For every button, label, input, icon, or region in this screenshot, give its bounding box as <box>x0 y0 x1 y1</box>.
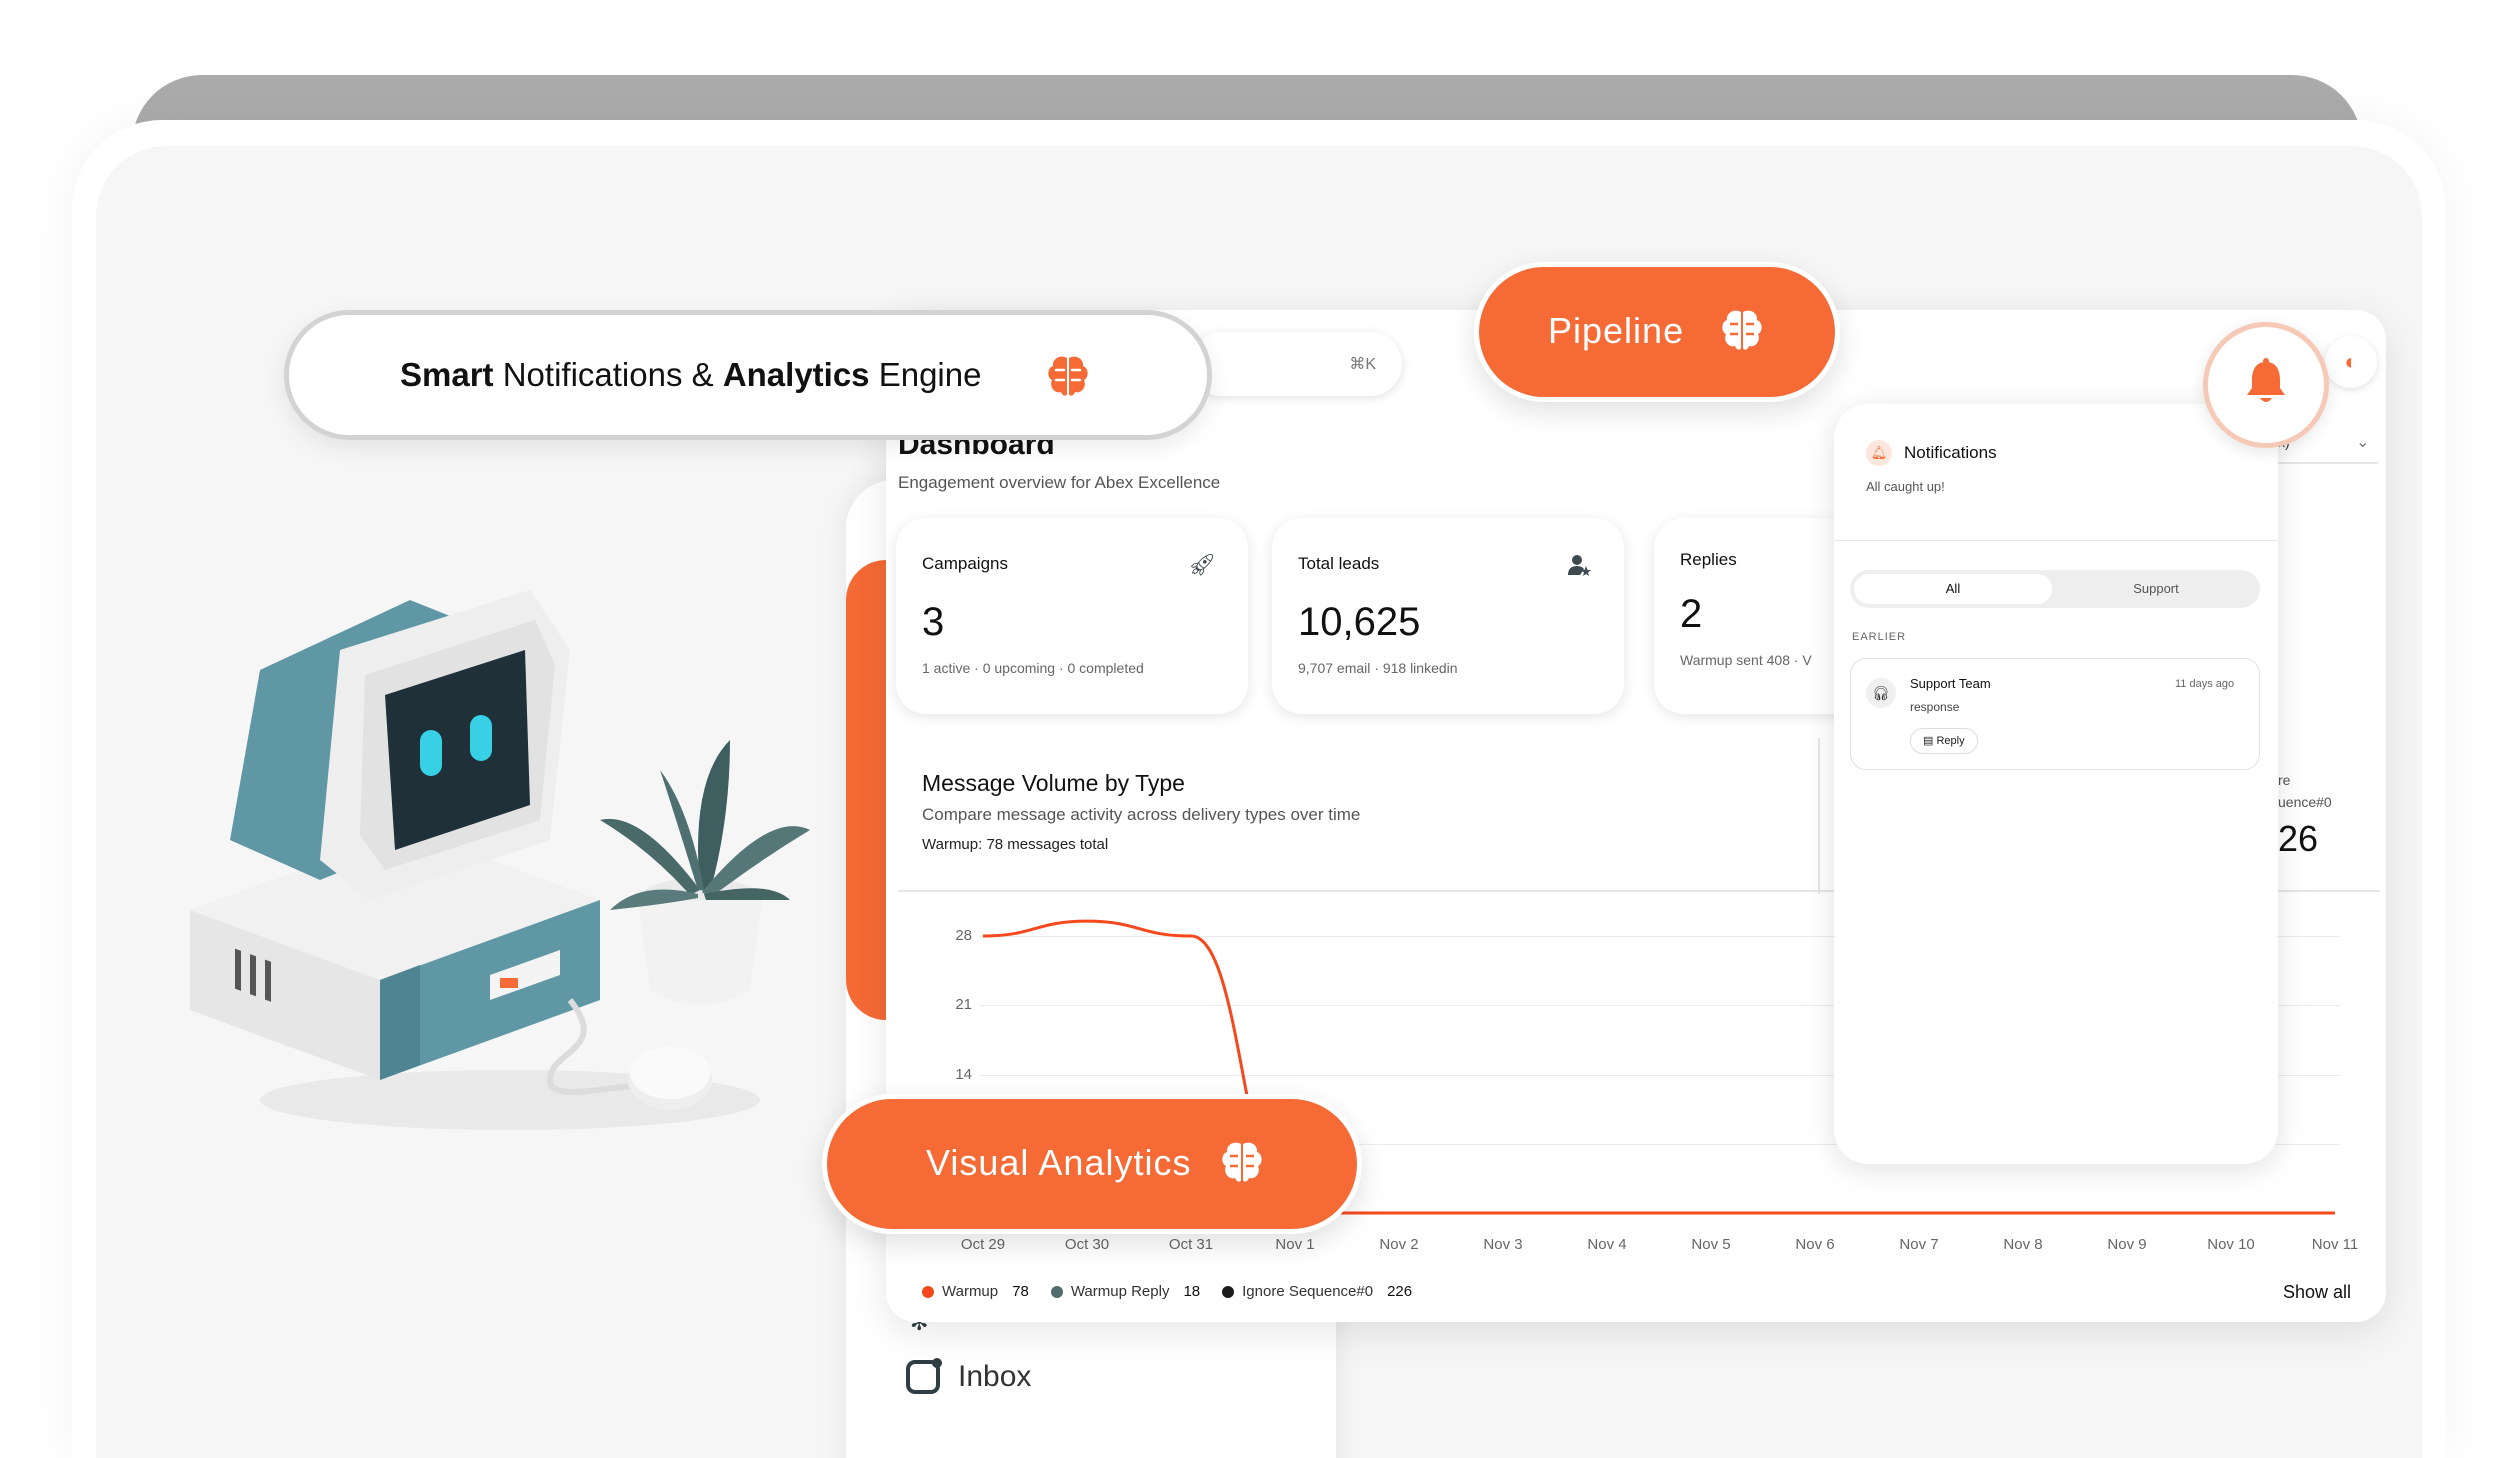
chart-meta: Warmup: 78 messages total <box>922 836 1109 853</box>
legend-value: 18 <box>1183 1283 1201 1300</box>
notifications-title: Notifications <box>1904 443 1997 462</box>
y-tick-label: 28 <box>955 927 972 944</box>
legend-label: Warmup <box>942 1283 999 1300</box>
x-tick-label: Nov 9 <box>2107 1236 2147 1253</box>
sidebar-item-label: Inbox <box>958 1360 1032 1393</box>
engine-pill-strong-1: Smart <box>400 356 494 393</box>
engine-pill-mid: Notifications & <box>493 356 723 393</box>
chart-legend: Warmup 78 Warmup Reply 18 Ignore Sequenc… <box>922 1283 1426 1300</box>
stat-value: 3 <box>922 600 945 644</box>
x-tick-label: Oct 29 <box>960 1236 1006 1253</box>
notification-text: response <box>1910 700 1960 714</box>
notification-sender: Support Team <box>1910 676 1991 691</box>
x-tick-label: Nov 5 <box>1691 1236 1731 1253</box>
stat-value: 10,625 <box>1298 600 1421 644</box>
notifications-header: 🔔︎ Notifications <box>1866 440 1997 466</box>
x-tick-label: Nov 7 <box>1899 1236 1939 1253</box>
stat-value: 2 <box>1680 592 1703 636</box>
stat-card-campaigns[interactable]: Campaigns 🚀︎ 3 1 active · 0 upcoming · 0… <box>896 518 1248 714</box>
sequence-stat-label-2: uence#0 <box>2278 794 2332 810</box>
headset-icon: 🎧︎ <box>1866 678 1896 708</box>
pipeline-pill-label: Pipeline <box>1548 310 1685 351</box>
legend-value: 78 <box>1012 1283 1029 1300</box>
engine-pill-strong-2: Analytics <box>722 356 870 393</box>
notification-time: 11 days ago <box>2175 678 2235 690</box>
sequence-stat-value: 26 <box>2278 818 2319 859</box>
theme-toggle-button[interactable]: ◐ <box>2325 336 2377 388</box>
x-tick-label: Nov 2 <box>1379 1236 1419 1253</box>
stat-label: Replies <box>1680 550 1737 569</box>
search-input[interactable]: ⌘K <box>1190 332 1402 396</box>
sequence-stat-card <box>2260 738 2380 890</box>
engine-pill-label: Smart Notifications & Analytics Engine <box>400 356 981 394</box>
engine-pill-end: Engine <box>869 356 982 393</box>
inbox-icon <box>906 1358 942 1394</box>
x-tick-label: Nov 6 <box>1795 1236 1835 1253</box>
message-icon: ▤ <box>1923 735 1937 747</box>
y-tick-label: 21 <box>955 996 972 1014</box>
divider <box>1834 540 2278 541</box>
x-tick-label: Nov 11 <box>2311 1236 2359 1253</box>
x-tick-label: Oct 31 <box>1168 1236 1214 1253</box>
y-tick-label: 14 <box>955 1065 972 1083</box>
legend-dot-ignore-sequence <box>1222 1285 1235 1298</box>
reply-button[interactable]: ▤ Reply <box>1910 728 1978 754</box>
section-label: EARLIER <box>1852 631 1907 643</box>
tab-all[interactable]: All <box>1854 574 2052 604</box>
sidebar-item-inbox[interactable]: Inbox <box>906 1358 1032 1394</box>
x-tick-label: Nov 10 <box>2207 1236 2255 1253</box>
tab-support[interactable]: Support <box>2056 574 2256 604</box>
chevron-down-icon: ⌄ <box>2356 434 2370 451</box>
bell-icon: 🔔︎ <box>1866 440 1892 466</box>
stage: ✻ Inbox ⌘K ◐ Dashboard Engagement overvi… <box>0 0 2513 1458</box>
legend-dot-warmup-reply <box>1050 1285 1063 1298</box>
visual-analytics-pill-label: Visual Analytics <box>926 1142 1192 1183</box>
brain-icon <box>1048 356 1088 396</box>
chart-description: Compare message activity across delivery… <box>922 805 1361 824</box>
stat-card-total-leads[interactable]: Total leads 10,625 9,707 email · 918 lin… <box>1272 518 1624 714</box>
show-all-link[interactable]: Show all <box>2283 1282 2351 1303</box>
x-tick-label: Nov 4 <box>1587 1236 1627 1253</box>
robot-illustration <box>190 590 810 1130</box>
x-tick-label: Nov 8 <box>2003 1236 2043 1253</box>
x-tick-label: Nov 3 <box>1483 1236 1523 1253</box>
stat-label: Campaigns <box>922 554 1008 573</box>
stat-sub: 1 active · 0 upcoming · 0 completed <box>922 660 1144 676</box>
stat-sub: Warmup sent 408 · V <box>1680 652 1812 668</box>
brain-icon <box>1222 1142 1262 1182</box>
user-star-icon <box>1566 552 1592 584</box>
legend-label: Ignore Sequence#0 <box>1242 1283 1374 1300</box>
legend-value: 226 <box>1387 1283 1413 1300</box>
sequence-stat-label-1: re <box>2278 772 2291 788</box>
notifications-panel <box>1834 404 2278 1164</box>
search-shortcut: ⌘K <box>1349 356 1376 373</box>
stat-label: Total leads <box>1298 554 1380 573</box>
stat-sub: 9,707 email · 918 linkedin <box>1298 660 1458 676</box>
rocket-icon: 🚀︎ <box>1188 552 1216 577</box>
brain-icon <box>1722 310 1762 350</box>
bell-icon <box>2247 358 2285 402</box>
page-subtitle: Engagement overview for Abex Excellence <box>898 473 1221 492</box>
x-tick-label: Nov 1 <box>1275 1236 1315 1253</box>
x-tick-label: Oct 30 <box>1064 1236 1110 1253</box>
stat-card-partial <box>2278 518 2380 714</box>
legend-label: Warmup Reply <box>1070 1283 1170 1300</box>
notifications-subtitle: All caught up! <box>1866 479 1945 494</box>
reply-label: Reply <box>1936 735 1965 747</box>
legend-dot-warmup <box>922 1285 934 1298</box>
notification-item[interactable] <box>1850 658 2260 770</box>
chart-title: Message Volume by Type <box>922 770 1185 796</box>
